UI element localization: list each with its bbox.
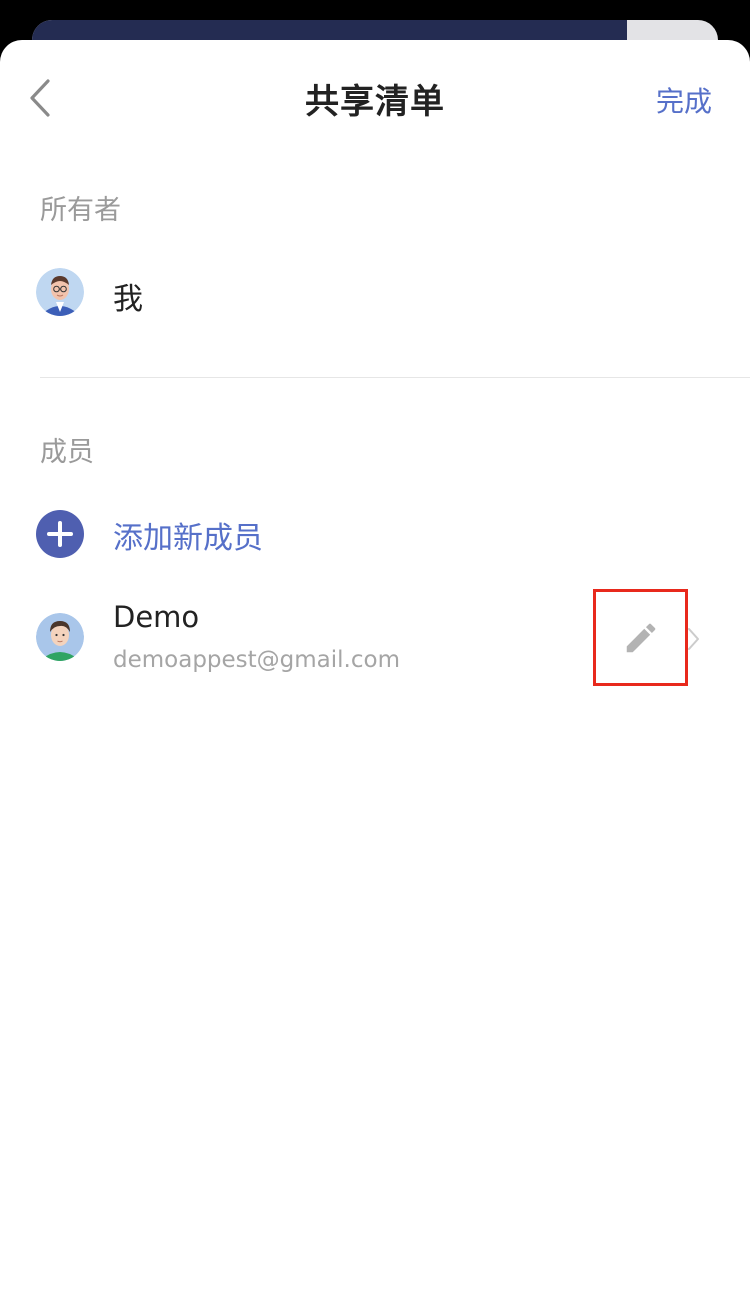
share-list-sheet: 共享清单 完成 所有者 我 成员 添加新成员 Demo demoappest@g… [0,40,750,1294]
owner-section-label: 所有者 [40,195,121,226]
member-avatar [36,613,84,661]
member-row[interactable]: Demo demoappest@gmail.com [0,589,750,695]
plus-circle-icon [36,510,84,558]
owner-name: 我 [113,282,143,317]
add-member-row[interactable]: 添加新成员 [36,510,716,560]
pencil-icon [626,623,655,652]
member-email: demoappest@gmail.com [113,647,400,673]
done-button[interactable]: 完成 [656,80,712,120]
add-member-label: 添加新成员 [113,521,263,556]
section-divider [40,377,750,378]
owner-avatar [36,268,84,316]
members-section-label: 成员 [40,437,94,468]
chevron-right-icon [688,628,699,650]
page-title: 共享清单 [305,82,445,122]
member-name: Demo [113,600,200,634]
edit-member-button[interactable] [593,589,688,686]
